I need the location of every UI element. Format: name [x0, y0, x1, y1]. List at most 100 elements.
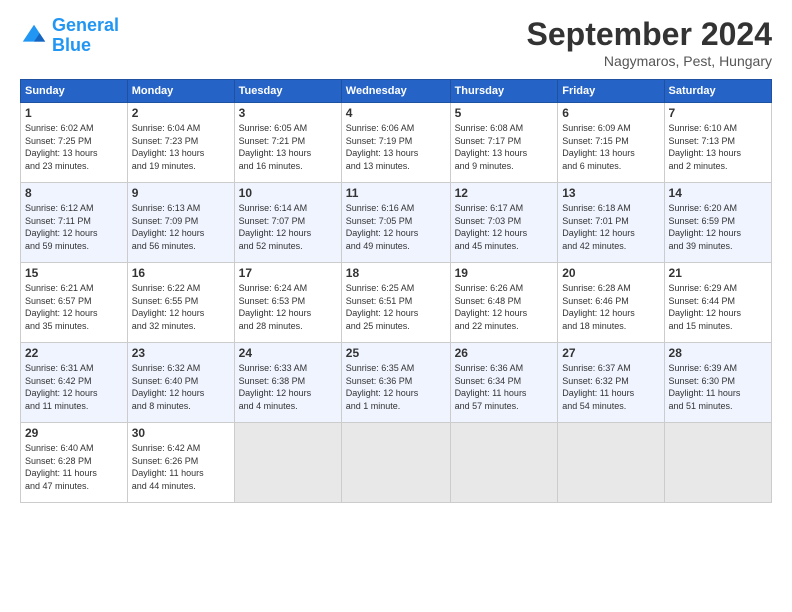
day-info: Sunrise: 6:42 AMSunset: 6:26 PMDaylight:…: [132, 442, 230, 492]
col-friday: Friday: [558, 80, 664, 103]
logo-general: General: [52, 15, 119, 35]
table-row: 15Sunrise: 6:21 AMSunset: 6:57 PMDayligh…: [21, 263, 128, 343]
day-info: Sunrise: 6:22 AMSunset: 6:55 PMDaylight:…: [132, 282, 230, 332]
day-number: 14: [669, 186, 767, 200]
day-number: 24: [239, 346, 337, 360]
day-number: 1: [25, 106, 123, 120]
day-number: 15: [25, 266, 123, 280]
day-info: Sunrise: 6:16 AMSunset: 7:05 PMDaylight:…: [346, 202, 446, 252]
day-info: Sunrise: 6:10 AMSunset: 7:13 PMDaylight:…: [669, 122, 767, 172]
calendar: Sunday Monday Tuesday Wednesday Thursday…: [20, 79, 772, 503]
day-info: Sunrise: 6:08 AMSunset: 7:17 PMDaylight:…: [455, 122, 554, 172]
logo-icon: [20, 22, 48, 50]
table-row: 13 Sunrise: 6:18 AMSunset: 7:01 PMDayligh…: [558, 183, 664, 263]
calendar-header-row: Sunday Monday Tuesday Wednesday Thursday…: [21, 80, 772, 103]
week-row-2: 8 Sunrise: 6:12 AMSunset: 7:11 PMDaylight…: [21, 183, 772, 263]
day-info: Sunrise: 6:14 AMSunset: 7:07 PMDaylight:…: [239, 202, 337, 252]
day-info: Sunrise: 6:18 AMSunset: 7:01 PMDaylight:…: [562, 202, 659, 252]
logo: General Blue: [20, 16, 119, 56]
day-number: 7: [669, 106, 767, 120]
day-info: Sunrise: 6:09 AMSunset: 7:15 PMDaylight:…: [562, 122, 659, 172]
title-area: September 2024 Nagymaros, Pest, Hungary: [527, 16, 772, 69]
location: Nagymaros, Pest, Hungary: [527, 53, 772, 69]
day-number: 26: [455, 346, 554, 360]
day-number: 28: [669, 346, 767, 360]
col-thursday: Thursday: [450, 80, 558, 103]
table-row: 16 Sunrise: 6:22 AMSunset: 6:55 PMDayligh…: [127, 263, 234, 343]
table-row: 4 Sunrise: 6:06 AMSunset: 7:19 PMDaylight…: [341, 103, 450, 183]
col-saturday: Saturday: [664, 80, 771, 103]
day-info: Sunrise: 6:40 AMSunset: 6:28 PMDaylight:…: [25, 442, 123, 492]
day-number: 8: [25, 186, 123, 200]
day-number: 16: [132, 266, 230, 280]
day-number: 25: [346, 346, 446, 360]
day-info: Sunrise: 6:31 AMSunset: 6:42 PMDaylight:…: [25, 362, 123, 412]
day-info: Sunrise: 6:25 AMSunset: 6:51 PMDaylight:…: [346, 282, 446, 332]
day-number: 4: [346, 106, 446, 120]
table-row: 12 Sunrise: 6:17 AMSunset: 7:03 PMDayligh…: [450, 183, 558, 263]
day-info: Sunrise: 6:02 AMSunset: 7:25 PMDaylight:…: [25, 122, 123, 172]
day-number: 13: [562, 186, 659, 200]
col-sunday: Sunday: [21, 80, 128, 103]
day-info: Sunrise: 6:12 AMSunset: 7:11 PMDaylight:…: [25, 202, 123, 252]
day-info: Sunrise: 6:05 AMSunset: 7:21 PMDaylight:…: [239, 122, 337, 172]
table-row: 10 Sunrise: 6:14 AMSunset: 7:07 PMDayligh…: [234, 183, 341, 263]
day-info: Sunrise: 6:35 AMSunset: 6:36 PMDaylight:…: [346, 362, 446, 412]
table-row: [234, 423, 341, 503]
day-info: Sunrise: 6:17 AMSunset: 7:03 PMDaylight:…: [455, 202, 554, 252]
table-row: 9 Sunrise: 6:13 AMSunset: 7:09 PMDaylight…: [127, 183, 234, 263]
table-row: 19 Sunrise: 6:26 AMSunset: 6:48 PMDayligh…: [450, 263, 558, 343]
table-row: [450, 423, 558, 503]
day-number: 27: [562, 346, 659, 360]
day-number: 9: [132, 186, 230, 200]
day-info: Sunrise: 6:37 AMSunset: 6:32 PMDaylight:…: [562, 362, 659, 412]
day-number: 21: [669, 266, 767, 280]
day-info: Sunrise: 6:32 AMSunset: 6:40 PMDaylight:…: [132, 362, 230, 412]
day-info: Sunrise: 6:04 AMSunset: 7:23 PMDaylight:…: [132, 122, 230, 172]
col-tuesday: Tuesday: [234, 80, 341, 103]
logo-blue: Blue: [52, 35, 91, 55]
table-row: 27 Sunrise: 6:37 AMSunset: 6:32 PMDayligh…: [558, 343, 664, 423]
day-number: 6: [562, 106, 659, 120]
day-number: 23: [132, 346, 230, 360]
day-number: 12: [455, 186, 554, 200]
day-number: 5: [455, 106, 554, 120]
week-row-3: 15Sunrise: 6:21 AMSunset: 6:57 PMDayligh…: [21, 263, 772, 343]
day-number: 29: [25, 426, 123, 440]
day-number: 19: [455, 266, 554, 280]
table-row: 25 Sunrise: 6:35 AMSunset: 6:36 PMDayligh…: [341, 343, 450, 423]
day-info: Sunrise: 6:06 AMSunset: 7:19 PMDaylight:…: [346, 122, 446, 172]
table-row: 3Sunrise: 6:05 AMSunset: 7:21 PMDaylight…: [234, 103, 341, 183]
day-number: 17: [239, 266, 337, 280]
table-row: 30 Sunrise: 6:42 AMSunset: 6:26 PMDayligh…: [127, 423, 234, 503]
day-info: Sunrise: 6:20 AMSunset: 6:59 PMDaylight:…: [669, 202, 767, 252]
day-info: Sunrise: 6:26 AMSunset: 6:48 PMDaylight:…: [455, 282, 554, 332]
week-row-1: 1 Sunrise: 6:02 AMSunset: 7:25 PMDaylight…: [21, 103, 772, 183]
month-title: September 2024: [527, 16, 772, 53]
table-row: [664, 423, 771, 503]
week-row-5: 29 Sunrise: 6:40 AMSunset: 6:28 PMDayligh…: [21, 423, 772, 503]
day-info: Sunrise: 6:13 AMSunset: 7:09 PMDaylight:…: [132, 202, 230, 252]
table-row: 23 Sunrise: 6:32 AMSunset: 6:40 PMDayligh…: [127, 343, 234, 423]
day-number: 20: [562, 266, 659, 280]
header: General Blue September 2024 Nagymaros, P…: [20, 16, 772, 69]
table-row: 7 Sunrise: 6:10 AMSunset: 7:13 PMDaylight…: [664, 103, 771, 183]
table-row: 24Sunrise: 6:33 AMSunset: 6:38 PMDayligh…: [234, 343, 341, 423]
week-row-4: 22 Sunrise: 6:31 AMSunset: 6:42 PMDayligh…: [21, 343, 772, 423]
col-wednesday: Wednesday: [341, 80, 450, 103]
day-number: 11: [346, 186, 446, 200]
table-row: 26Sunrise: 6:36 AMSunset: 6:34 PMDayligh…: [450, 343, 558, 423]
day-number: 30: [132, 426, 230, 440]
table-row: 5 Sunrise: 6:08 AMSunset: 7:17 PMDaylight…: [450, 103, 558, 183]
table-row: [558, 423, 664, 503]
day-number: 10: [239, 186, 337, 200]
table-row: 14 Sunrise: 6:20 AMSunset: 6:59 PMDayligh…: [664, 183, 771, 263]
day-number: 22: [25, 346, 123, 360]
day-info: Sunrise: 6:29 AMSunset: 6:44 PMDaylight:…: [669, 282, 767, 332]
logo-text: General Blue: [52, 16, 119, 56]
table-row: 21 Sunrise: 6:29 AMSunset: 6:44 PMDayligh…: [664, 263, 771, 343]
page: General Blue September 2024 Nagymaros, P…: [0, 0, 792, 612]
day-info: Sunrise: 6:28 AMSunset: 6:46 PMDaylight:…: [562, 282, 659, 332]
table-row: 2Sunrise: 6:04 AMSunset: 7:23 PMDaylight…: [127, 103, 234, 183]
table-row: 1 Sunrise: 6:02 AMSunset: 7:25 PMDaylight…: [21, 103, 128, 183]
